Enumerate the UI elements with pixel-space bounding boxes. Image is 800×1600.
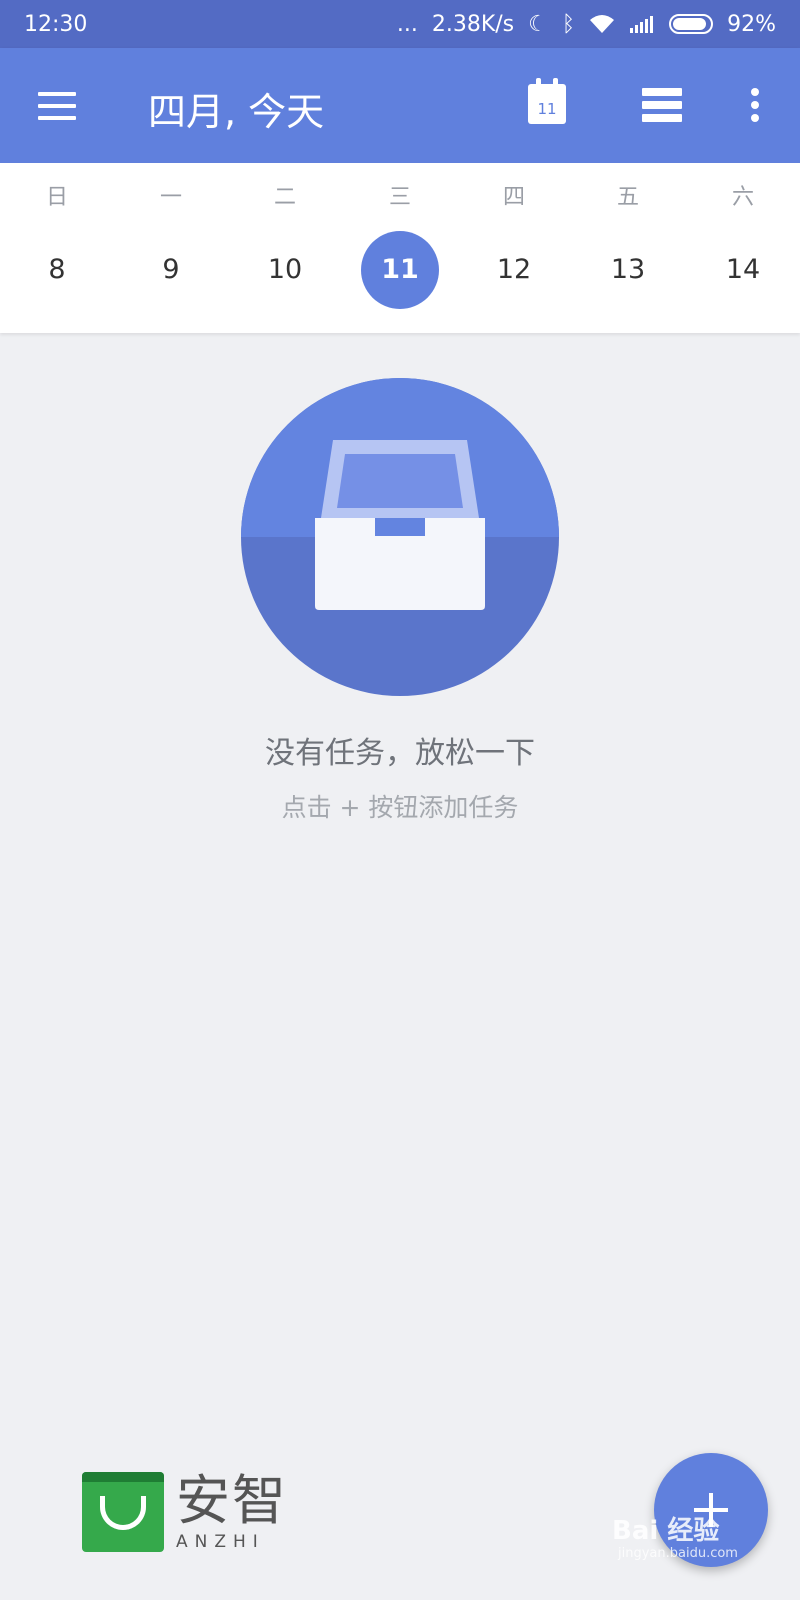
brand-name-cn: 安智 xyxy=(176,1469,288,1532)
weekday-label: 六 xyxy=(731,185,754,210)
day-cell[interactable]: 12 xyxy=(457,231,571,309)
calendar-today-button[interactable]: 11 xyxy=(528,78,566,124)
day-cell[interactable]: 8 xyxy=(0,231,114,309)
weekday-label: 日 xyxy=(45,185,68,210)
status-time: 12:30 xyxy=(24,11,88,37)
battery-icon xyxy=(669,14,714,34)
page-title: 四月, 今天 xyxy=(148,90,325,134)
weekday-label: 五 xyxy=(616,185,639,210)
inbox-tray-icon xyxy=(315,440,485,610)
brand-name-en: ANZHI xyxy=(176,1532,265,1552)
view-toggle-icon[interactable] xyxy=(642,88,682,122)
day-number: 13 xyxy=(610,254,646,285)
anzhi-logo-icon xyxy=(82,1472,164,1552)
day-number: 9 xyxy=(162,254,180,285)
weekday-label: 一 xyxy=(159,185,182,210)
day-number: 8 xyxy=(48,254,66,285)
day-number: 11 xyxy=(361,231,439,309)
calendar-day-label: 11 xyxy=(537,100,557,118)
status-indicators: ... 2.38K/s ☾ ᛒ 92% xyxy=(397,12,776,37)
signal-icon xyxy=(629,14,655,34)
day-number: 14 xyxy=(725,254,761,285)
anzhi-brand: 安智 ANZHI xyxy=(82,1472,288,1552)
menu-icon[interactable] xyxy=(38,92,76,120)
empty-state-hint: 点击 + 按钮添加任务 xyxy=(281,793,519,822)
network-speed: 2.38K/s xyxy=(431,11,515,37)
wifi-icon xyxy=(589,14,615,34)
day-cell-selected[interactable]: 11 xyxy=(343,231,457,309)
more-options-icon[interactable] xyxy=(748,88,762,124)
day-cell[interactable]: 9 xyxy=(114,231,228,309)
moon-icon: ☾ xyxy=(528,11,548,37)
empty-inbox-illustration xyxy=(241,378,559,696)
status-bar: 12:30 ... 2.38K/s ☾ ᛒ 92% xyxy=(0,0,800,48)
day-cell[interactable]: 14 xyxy=(686,231,800,309)
weekday-label: 四 xyxy=(502,185,525,210)
day-cell[interactable]: 10 xyxy=(228,231,342,309)
day-number: 12 xyxy=(496,254,532,285)
empty-state-title: 没有任务，放松一下 xyxy=(265,736,535,771)
weekday-label: 二 xyxy=(273,185,296,210)
bluetooth-icon: ᛒ xyxy=(561,11,576,37)
more-notifications-icon: ... xyxy=(396,11,418,37)
baidu-watermark-url: jingyan.baidu.com xyxy=(618,1546,738,1561)
baidu-watermark: Bai 经验 xyxy=(612,1516,720,1546)
weekday-label: 三 xyxy=(388,185,411,210)
app-bar: 四月, 今天 11 xyxy=(0,48,800,163)
day-cell[interactable]: 13 xyxy=(571,231,685,309)
battery-percent: 92% xyxy=(727,11,776,37)
week-strip: 日 一 二 三 四 五 六 8 9 10 11 12 13 14 xyxy=(0,163,800,333)
day-number: 10 xyxy=(267,254,303,285)
